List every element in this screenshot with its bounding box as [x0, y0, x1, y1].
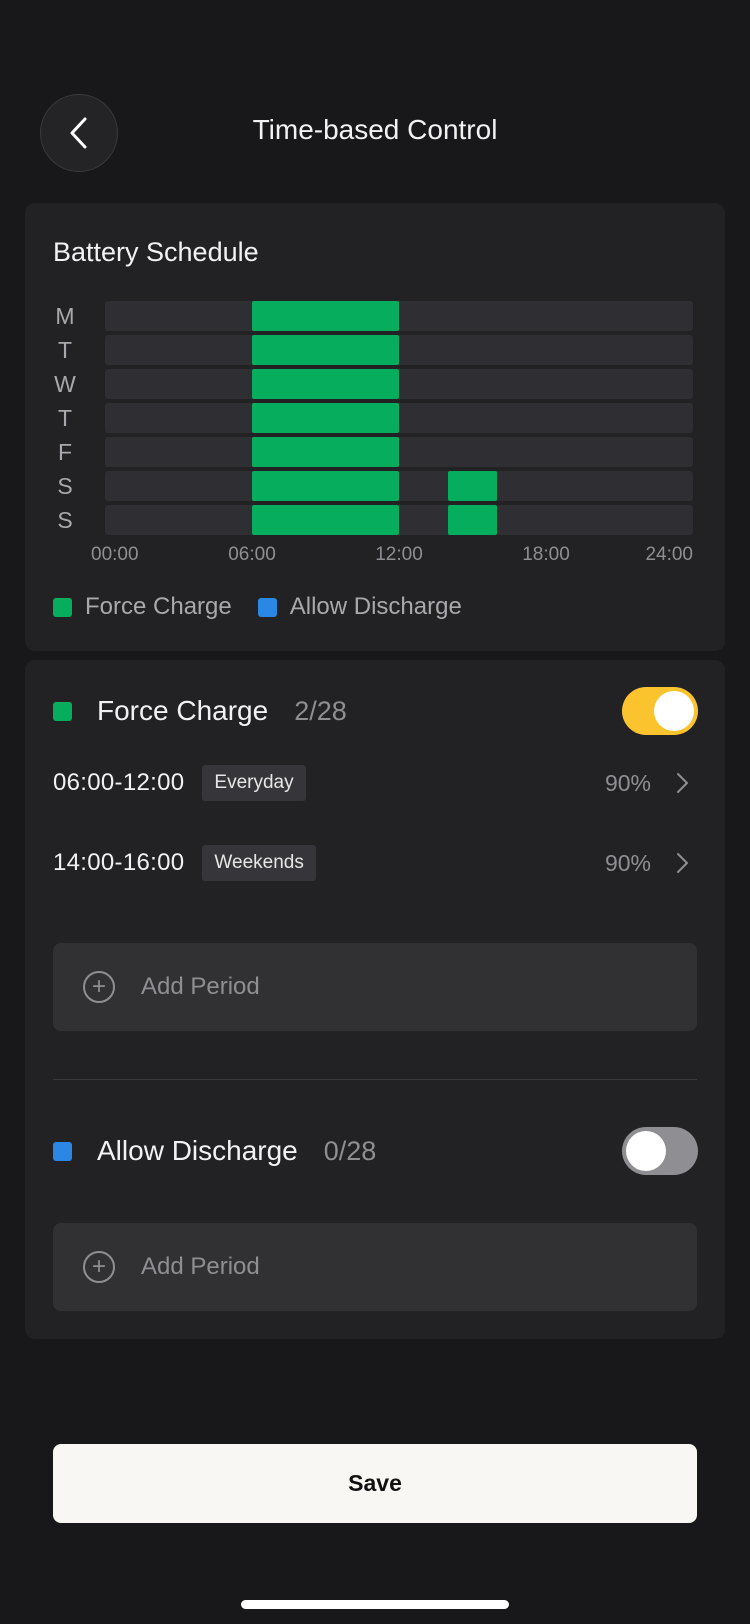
force-charge-swatch	[53, 701, 72, 721]
period-row[interactable]: 14:00-16:00 Weekends 90%	[53, 843, 697, 883]
schedule-chart: MTWTFSS00:00 06:00 12:00 18:00 24:00	[54, 301, 693, 565]
save-button[interactable]: Save	[53, 1444, 697, 1523]
x-tick-label: 00:00	[91, 544, 139, 565]
allow-discharge-swatch	[257, 597, 277, 617]
allow-discharge-label: Allow Discharge	[97, 1135, 298, 1166]
day-label: S	[57, 473, 72, 499]
force-charge-count: 2/28	[294, 695, 347, 726]
legend-label: Force Charge	[85, 593, 232, 620]
x-tick-label: 06:00	[228, 544, 276, 565]
force-charge-label: Force Charge	[97, 695, 269, 726]
legend-item-allow-discharge: Allow Discharge	[257, 593, 462, 621]
legend-item-force-charge: Force Charge	[53, 593, 232, 621]
schedule-block	[252, 437, 399, 467]
period-percent: 90%	[604, 849, 651, 876]
period-tag: Everyday	[202, 765, 306, 801]
period-time: 06:00-12:00	[53, 769, 185, 796]
schedule-block	[252, 335, 399, 365]
add-period-label: Add Period	[141, 1253, 260, 1280]
force-charge-toggle[interactable]	[622, 687, 698, 735]
allow-discharge-count: 0/28	[323, 1135, 377, 1166]
force-charge-add-period-button[interactable]: + Add Period	[53, 943, 697, 1031]
schedule-legend: Force Charge Allow Discharge	[53, 593, 488, 621]
toggle-knob	[626, 1131, 666, 1171]
periods-card: Force Charge 2/28 06:00-12:00 Everyday 9…	[25, 660, 725, 1339]
page-title: Time-based Control	[252, 114, 498, 145]
day-label: S	[57, 507, 72, 533]
day-label: M	[55, 303, 74, 329]
x-tick-label: 12:00	[375, 544, 423, 565]
toggle-knob	[654, 691, 694, 731]
schedule-block	[448, 471, 497, 501]
schedule-block	[252, 369, 399, 399]
schedule-block	[252, 471, 399, 501]
day-label: F	[58, 439, 72, 465]
schedule-block	[252, 403, 399, 433]
force-charge-swatch	[53, 597, 72, 617]
chevron-right-icon	[677, 853, 688, 873]
allow-discharge-swatch	[53, 1141, 72, 1161]
add-period-label: Add Period	[141, 973, 260, 1000]
allow-discharge-add-period-button[interactable]: + Add Period	[53, 1223, 697, 1311]
allow-discharge-header: Allow Discharge 0/28	[53, 1135, 376, 1167]
x-tick-label: 18:00	[522, 544, 570, 565]
day-label: T	[58, 405, 72, 431]
period-row[interactable]: 06:00-12:00 Everyday 90%	[53, 763, 697, 803]
chevron-right-icon	[677, 773, 688, 793]
plus-circle-icon: +	[83, 971, 115, 1003]
allow-discharge-toggle[interactable]	[622, 1127, 698, 1175]
legend-label: Allow Discharge	[289, 593, 462, 620]
x-tick-label: 24:00	[645, 544, 693, 565]
divider	[53, 1079, 697, 1080]
force-charge-header: Force Charge 2/28	[53, 695, 347, 727]
day-label: T	[58, 337, 72, 363]
home-indicator	[241, 1600, 509, 1609]
plus-circle-icon: +	[83, 1251, 115, 1283]
schedule-block	[252, 505, 399, 535]
period-tag: Weekends	[202, 845, 316, 881]
schedule-block	[448, 505, 497, 535]
period-percent: 90%	[604, 769, 651, 796]
period-time: 14:00-16:00	[53, 849, 185, 876]
day-label: W	[54, 371, 76, 397]
schedule-card: Battery Schedule M T W T F S S 00:00 06:00 12:00 1…	[25, 203, 725, 651]
schedule-block	[252, 301, 399, 331]
